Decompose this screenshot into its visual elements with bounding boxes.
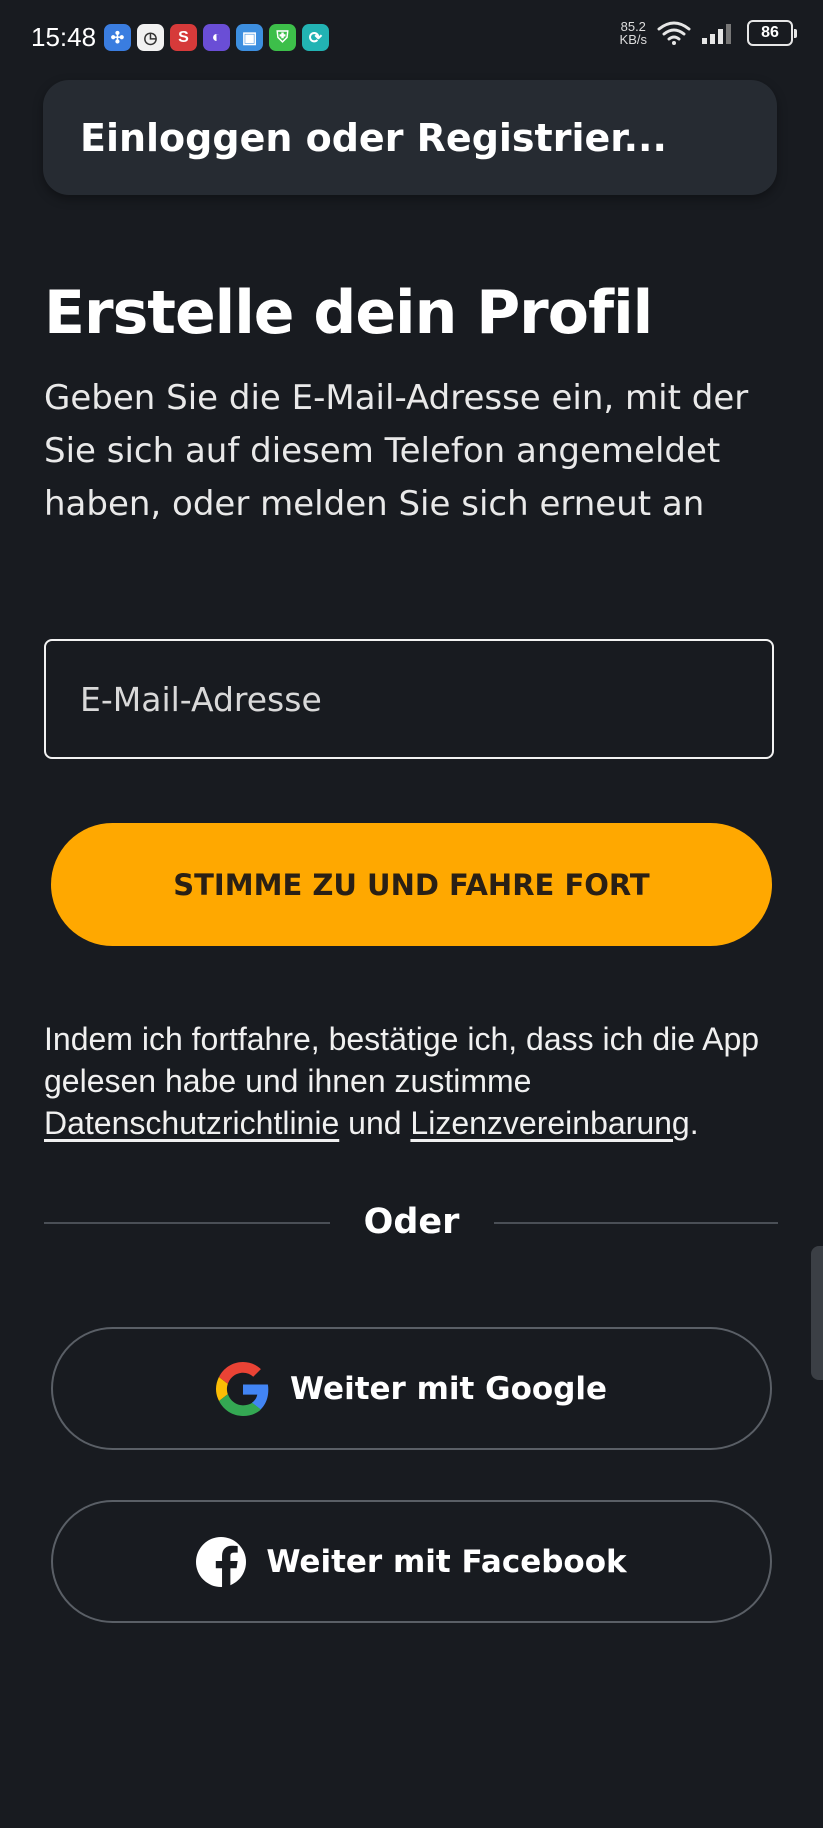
facebook-icon xyxy=(196,1536,247,1587)
shield-app-icon: ⛨ xyxy=(269,24,296,51)
battery-icon: 86 xyxy=(747,20,797,46)
status-bar: 15:48 ✣ ◷ S ◐ ▣ ⛨ ⟳ 85.2 KB/s 86 xyxy=(0,0,823,78)
header-title: Einloggen oder Registrier... xyxy=(80,116,667,160)
privacy-policy-link[interactable]: Datenschutzrichtlinie xyxy=(44,1105,339,1141)
google-button-label: Weiter mit Google xyxy=(289,1370,608,1407)
status-time: 15:48 xyxy=(31,22,97,52)
clock-app-icon: ◷ xyxy=(137,24,164,51)
divider-label: Oder xyxy=(363,1202,460,1242)
license-agreement-link[interactable]: Lizenzvereinbarung xyxy=(410,1105,689,1141)
network-speed: 85.2 KB/s xyxy=(619,19,647,47)
status-right: 85.2 KB/s 86 xyxy=(619,19,797,47)
s-app-icon: S xyxy=(170,24,197,51)
header-bar: Einloggen oder Registrier... xyxy=(43,80,777,195)
page-title: Erstelle dein Profil xyxy=(44,278,653,348)
google-icon xyxy=(215,1361,269,1416)
facebook-login-button[interactable]: Weiter mit Facebook xyxy=(51,1500,772,1623)
sync-app-icon: ⟳ xyxy=(302,24,329,51)
pinwheel-app-icon: ✣ xyxy=(104,24,131,51)
wifi-icon xyxy=(657,21,691,45)
consent-text: Indem ich fortfahre, bestätige ich, dass… xyxy=(44,1021,760,1141)
scroll-handle[interactable] xyxy=(811,1246,823,1380)
moon-app-icon: ◐ xyxy=(203,24,230,51)
page-description: Geben Sie die E-Mail-Adresse ein, mit de… xyxy=(44,378,749,524)
calendar-app-icon: ▣ xyxy=(236,24,263,51)
email-input[interactable] xyxy=(44,639,774,759)
facebook-button-label: Weiter mit Facebook xyxy=(266,1543,627,1580)
google-login-button[interactable]: Weiter mit Google xyxy=(51,1327,772,1450)
agree-continue-button[interactable]: STIMME ZU UND FAHRE FORT xyxy=(51,823,772,946)
signal-icon xyxy=(702,24,731,44)
status-app-icons: ✣ ◷ S ◐ ▣ ⛨ ⟳ xyxy=(104,24,329,51)
